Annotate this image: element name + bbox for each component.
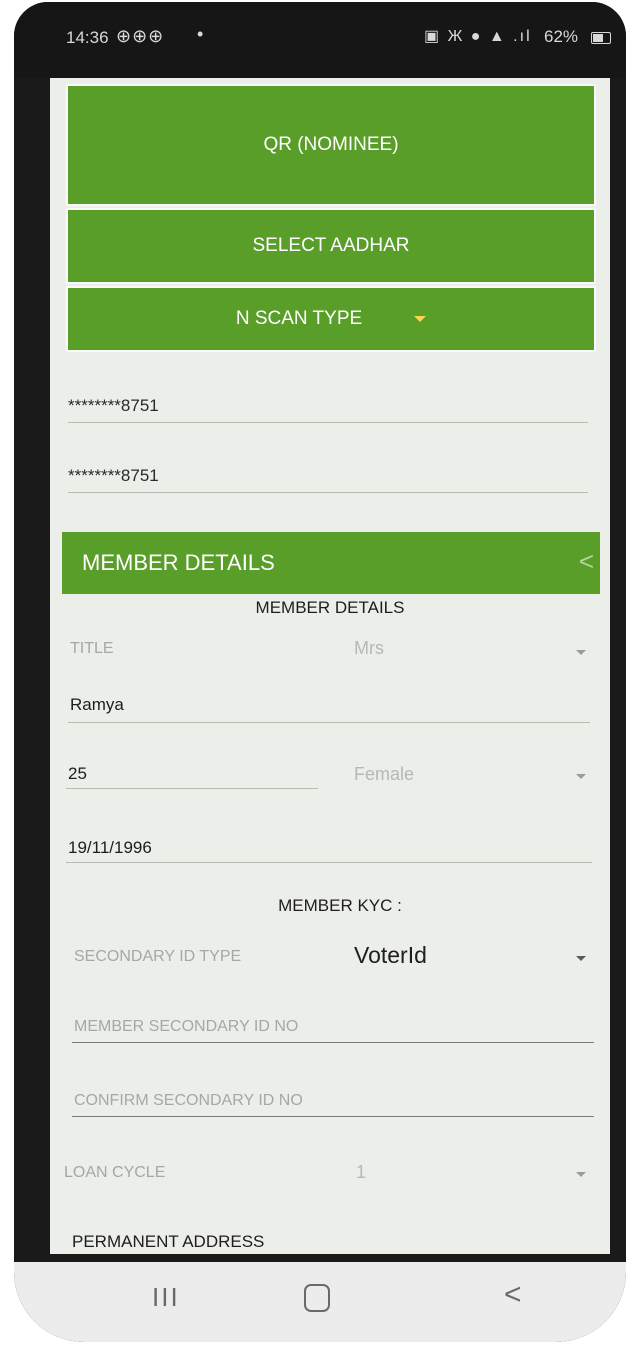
member-name-field[interactable]: Ramya [70, 695, 124, 715]
member-details-bar-title: MEMBER DETAILS [82, 550, 275, 575]
loan-cycle-dropdown[interactable]: 1 [356, 1162, 366, 1183]
select-aadhar-button[interactable]: SELECT AADHAR [66, 208, 596, 284]
system-icons: ▣ Ж ● ▲ .ıl [424, 28, 532, 45]
select-aadhar-label: SELECT AADHAR [252, 235, 410, 256]
aadhar-number-field[interactable]: ********8751 [68, 396, 588, 423]
member-name-underline [68, 722, 590, 723]
confirm-aadhar-number-field[interactable]: ********8751 [68, 466, 588, 493]
member-age-underline [66, 788, 318, 789]
gender-dropdown-caret-icon [576, 774, 586, 779]
member-dob-field[interactable]: 19/11/1996 [68, 838, 152, 858]
member-secondary-id-no-field[interactable]: MEMBER SECONDARY ID NO [74, 1018, 298, 1036]
status-bar: 14:36 ⊕⊕⊕ • ▣ Ж ● ▲ .ıl 62% [14, 2, 626, 78]
battery-percent: 62% [544, 27, 579, 46]
member-details-heading: MEMBER DETAILS [255, 598, 405, 617]
chevron-left-icon: < [578, 546, 594, 576]
qr-nominee-button[interactable]: QR (NOMINEE) [66, 84, 596, 206]
member-secondary-id-underline [72, 1042, 594, 1043]
title-label: TITLE [70, 640, 114, 657]
aadhar-number-value: ********8751 [68, 396, 159, 415]
n-scan-type-label: N SCAN TYPE [235, 308, 363, 329]
member-age-field[interactable]: 25 [68, 764, 87, 784]
loan-cycle-caret-icon [576, 1172, 586, 1177]
phone-frame: 14:36 ⊕⊕⊕ • ▣ Ж ● ▲ .ıl 62% QR (NOMINEE)… [14, 2, 626, 1342]
back-button[interactable]: < [504, 1278, 522, 1312]
member-details-section-header[interactable]: MEMBER DETAILS < [62, 532, 600, 594]
qr-nominee-label: QR (NOMINEE) [263, 134, 399, 155]
notification-icons: ⊕⊕⊕ [116, 26, 165, 46]
confirm-aadhar-number-value: ********8751 [68, 466, 159, 485]
confirm-secondary-id-underline [72, 1116, 594, 1117]
loan-cycle-label: LOAN CYCLE [64, 1164, 166, 1181]
member-kyc-heading: MEMBER KYC : [278, 896, 402, 915]
title-dropdown[interactable]: Mrs [354, 638, 384, 659]
home-button[interactable] [304, 1284, 330, 1312]
secondary-id-type-caret-icon [576, 956, 586, 961]
dropdown-caret-icon [414, 316, 427, 322]
app-screen: QR (NOMINEE) SELECT AADHAR N SCAN TYPE *… [50, 78, 610, 1254]
gender-dropdown[interactable]: Female [354, 764, 414, 785]
battery-icon [591, 32, 611, 44]
member-dob-underline [66, 862, 592, 863]
notification-dot: • [197, 24, 204, 44]
title-dropdown-caret-icon [576, 650, 586, 655]
status-time: 14:36 [66, 28, 109, 47]
confirm-secondary-id-no-field[interactable]: CONFIRM SECONDARY ID NO [74, 1092, 303, 1110]
secondary-id-type-dropdown[interactable]: VoterId [354, 942, 427, 969]
recents-button[interactable]: III [152, 1282, 180, 1313]
secondary-id-type-label: SECONDARY ID TYPE [74, 948, 242, 965]
permanent-address-label: PERMANENT ADDRESS [72, 1232, 265, 1251]
n-scan-type-dropdown[interactable]: N SCAN TYPE [66, 286, 596, 352]
system-nav-bar: III < [14, 1262, 626, 1342]
